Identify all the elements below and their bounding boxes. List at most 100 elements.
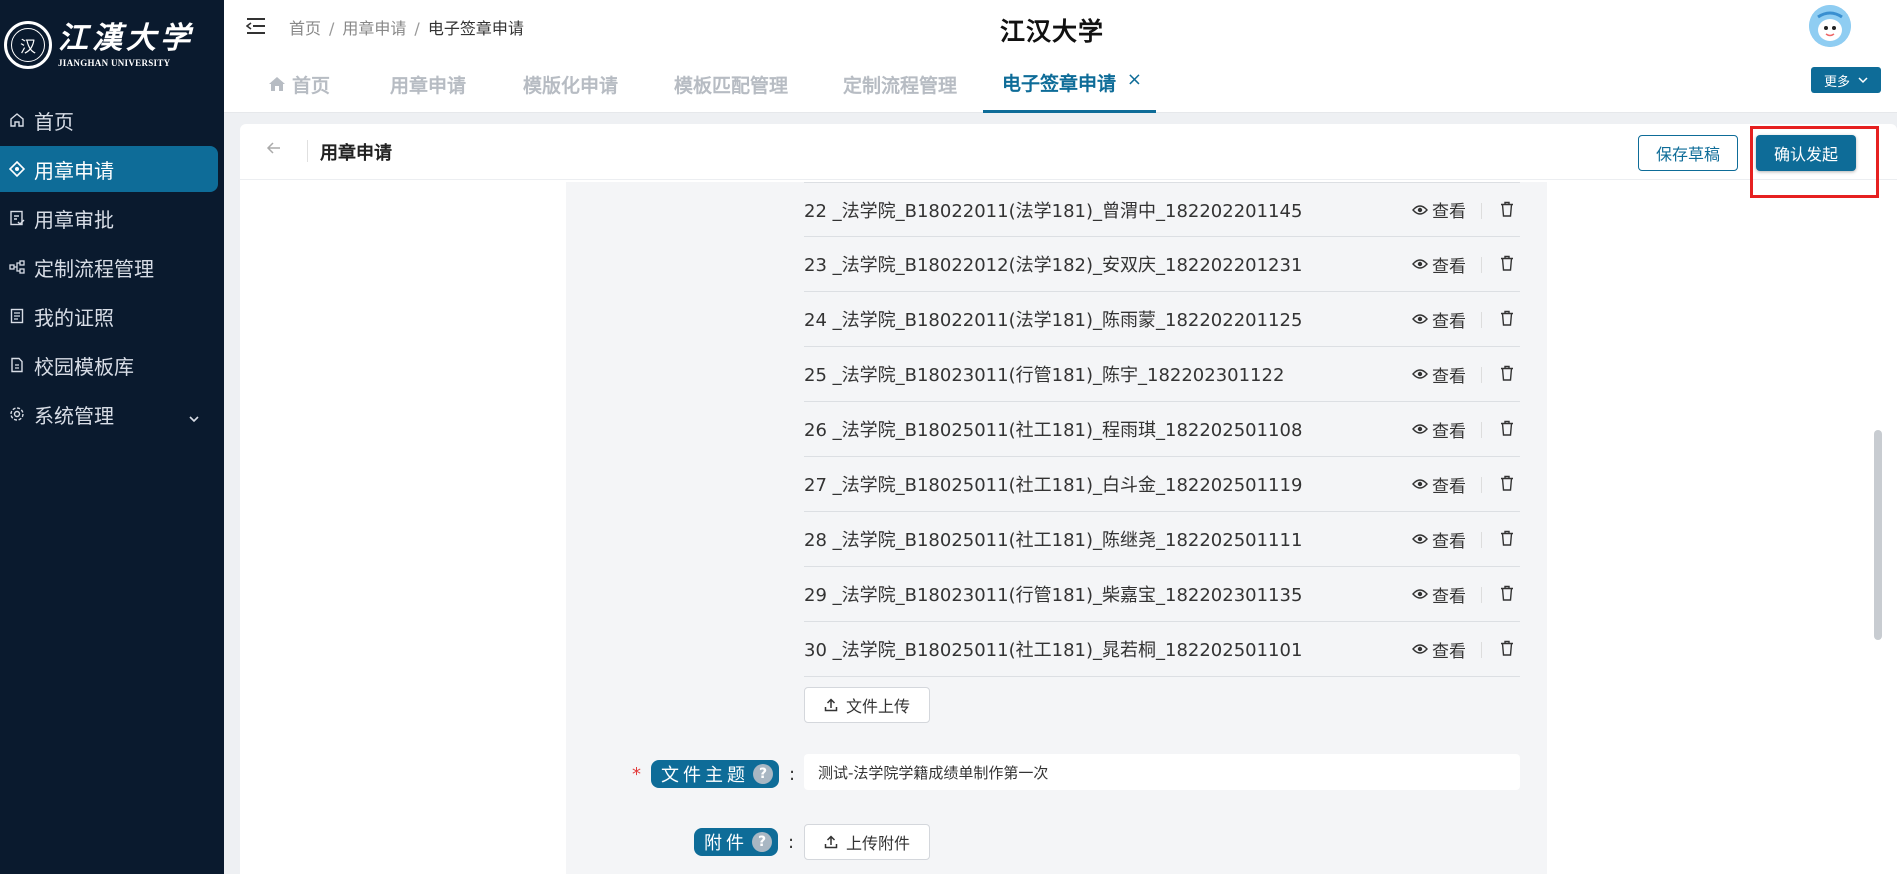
eye-icon <box>1412 478 1428 490</box>
tab-custom-flow[interactable]: 定制流程管理 <box>843 55 957 113</box>
sidebar-item-seal-approval[interactable]: 用章审批 <box>0 195 218 241</box>
approve-icon <box>8 209 26 227</box>
tab-label: 用章申请 <box>390 74 467 97</box>
eye-icon <box>1412 313 1428 325</box>
eye-icon <box>1412 368 1428 380</box>
view-file-link[interactable]: 查看 <box>1412 362 1466 387</box>
home-icon <box>268 76 286 92</box>
view-file-link[interactable]: 查看 <box>1412 417 1466 442</box>
avatar[interactable] <box>1809 5 1851 47</box>
view-file-link[interactable]: 查看 <box>1412 307 1466 332</box>
file-row: 30 _法学院_B18025011(社工181)_晁若桐_18220250110… <box>804 622 1520 677</box>
sidebar-item-my-certificates[interactable]: 我的证照 <box>0 293 218 339</box>
subject-label-text: 文件主题 <box>661 765 749 786</box>
trash-icon[interactable] <box>1500 255 1514 276</box>
action-divider <box>1481 422 1482 438</box>
save-draft-button[interactable]: 保存草稿 <box>1638 135 1738 171</box>
view-file-link[interactable]: 查看 <box>1412 197 1466 222</box>
sidebar-item-seal-application[interactable]: 用章申请 <box>0 146 218 192</box>
sidebar-item-system-management[interactable]: 系统管理 <box>0 391 218 437</box>
view-label: 查看 <box>1432 256 1466 277</box>
trash-icon[interactable] <box>1500 530 1514 551</box>
chevron-down-icon <box>1858 75 1868 85</box>
trash-icon[interactable] <box>1500 585 1514 606</box>
file-row: 26 _法学院_B18025011(社工181)_程雨琪_18220250110… <box>804 402 1520 457</box>
view-file-link[interactable]: 查看 <box>1412 527 1466 552</box>
trash-icon[interactable] <box>1500 475 1514 496</box>
help-icon[interactable]: ? <box>752 832 772 852</box>
card-header: 用章申请 保存草稿 确认发起 <box>240 124 1897 180</box>
view-file-link[interactable]: 查看 <box>1412 582 1466 607</box>
trash-icon[interactable] <box>1500 310 1514 331</box>
tab-seal-application[interactable]: 用章申请 <box>390 55 466 113</box>
back-arrow-icon[interactable] <box>266 140 282 161</box>
file-row: 28 _法学院_B18025011(社工181)_陈继尧_18220250111… <box>804 512 1520 567</box>
action-divider <box>1481 642 1482 658</box>
close-icon[interactable]: × <box>1127 69 1142 90</box>
tab-label: 电子签章申请 <box>1002 73 1117 95</box>
flow-icon <box>8 258 26 276</box>
breadcrumb-seal-application[interactable]: 用章申请 <box>342 19 406 38</box>
view-label: 查看 <box>1432 421 1466 442</box>
collapse-menu-icon[interactable] <box>245 17 266 39</box>
action-divider <box>1481 587 1482 603</box>
sidebar-item-template-library[interactable]: 校园模板库 <box>0 342 218 388</box>
page-title: 用章申请 <box>320 143 392 164</box>
view-label: 查看 <box>1432 531 1466 552</box>
tab-e-signature-application[interactable]: 电子签章申请 × <box>983 55 1157 113</box>
subject-label: * 文件主题 ? : <box>632 760 795 788</box>
trash-icon[interactable] <box>1500 420 1514 441</box>
action-divider <box>1481 257 1482 273</box>
trash-icon[interactable] <box>1500 365 1514 386</box>
breadcrumb: 首页 / 用章申请 / 电子签章申请 <box>289 15 524 39</box>
trash-icon[interactable] <box>1500 640 1514 661</box>
tab-template-matching[interactable]: 模板匹配管理 <box>674 55 788 113</box>
eye-icon <box>1412 588 1428 600</box>
upload-attachment-label: 上传附件 <box>845 834 910 853</box>
certificate-icon <box>8 307 26 325</box>
sidebar-item-label: 用章申请 <box>34 158 114 183</box>
subject-input[interactable]: 测试-法学院学籍成绩单制作第一次 <box>804 754 1520 790</box>
sidebar-item-label: 我的证照 <box>34 305 114 330</box>
action-divider <box>1481 203 1482 219</box>
view-label: 查看 <box>1432 311 1466 332</box>
highlight-annotation <box>1750 126 1879 198</box>
trash-icon[interactable] <box>1500 201 1514 222</box>
file-row: 23 _法学院_B18022012(法学182)_安双庆_18220220123… <box>804 237 1520 292</box>
upload-attachment-button[interactable]: 上传附件 <box>804 824 930 860</box>
eye-icon <box>1412 258 1428 270</box>
tab-home[interactable]: 首页 <box>268 55 330 113</box>
label-colon: : <box>789 763 796 785</box>
vertical-scrollbar[interactable] <box>1874 430 1882 640</box>
required-marker: * <box>632 763 641 785</box>
attachment-label: 附件 ? : <box>694 828 794 856</box>
upload-file-label: 文件上传 <box>845 697 910 716</box>
upload-file-button[interactable]: 文件上传 <box>804 687 930 723</box>
view-file-link[interactable]: 查看 <box>1412 637 1466 662</box>
more-tabs-button[interactable]: 更多 <box>1811 67 1881 93</box>
upload-icon <box>824 698 838 712</box>
breadcrumb-separator: / <box>414 19 420 38</box>
sidebar-item-home[interactable]: 首页 <box>0 97 218 143</box>
sidebar-item-label: 校园模板库 <box>34 354 134 379</box>
tab-label: 首页 <box>292 74 331 97</box>
eye-icon <box>1412 423 1428 435</box>
sidebar-item-label: 首页 <box>34 109 74 134</box>
view-file-link[interactable]: 查看 <box>1412 252 1466 277</box>
eye-icon <box>1412 533 1428 545</box>
logo-seal-text: 汉 <box>11 28 45 62</box>
tab-label: 模版化申请 <box>523 74 619 97</box>
sidebar-item-label: 用章审批 <box>34 207 114 232</box>
help-icon[interactable]: ? <box>753 764 773 784</box>
view-label: 查看 <box>1432 476 1466 497</box>
logo-seal: 汉 <box>4 21 52 69</box>
sidebar: 汉 江漢大学 JIANGHAN UNIVERSITY 首页 用章申请 用章审批 <box>0 0 224 874</box>
tab-bar: 首页 用章申请 模版化申请 模板匹配管理 定制流程管理 电子签章申请 × 更多 <box>224 55 1897 113</box>
view-label: 查看 <box>1432 366 1466 387</box>
sidebar-item-custom-flow[interactable]: 定制流程管理 <box>0 244 218 290</box>
template-icon <box>8 356 26 374</box>
view-file-link[interactable]: 查看 <box>1412 472 1466 497</box>
tab-template-application[interactable]: 模版化申请 <box>523 55 618 113</box>
breadcrumb-home[interactable]: 首页 <box>289 19 321 38</box>
attachment-label-pill: 附件 ? <box>694 828 778 856</box>
